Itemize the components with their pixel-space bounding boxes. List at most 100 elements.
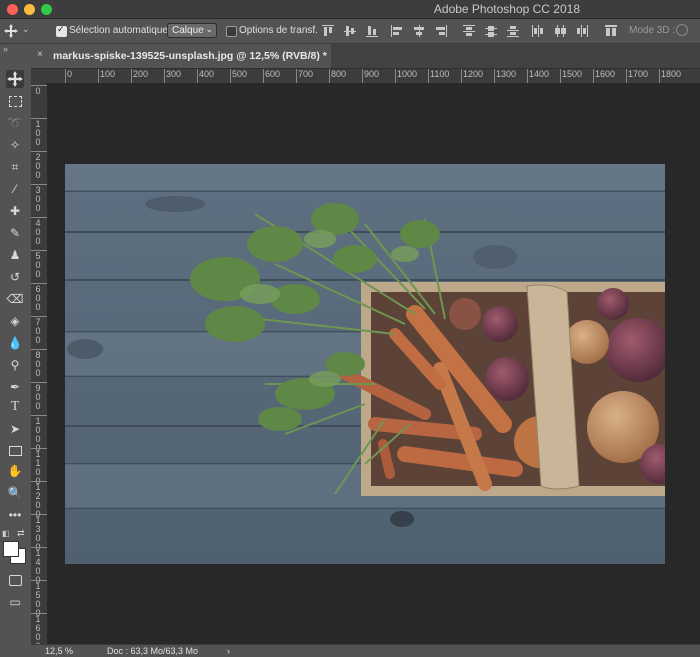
ruler-tick bbox=[98, 69, 99, 83]
ruler-label: 100 bbox=[35, 119, 41, 147]
pen-tool[interactable]: ✒ bbox=[6, 378, 24, 396]
path-selection-tool[interactable]: ➤ bbox=[6, 420, 24, 438]
lasso-tool[interactable]: ➰ bbox=[6, 114, 24, 132]
align-left-icon[interactable] bbox=[391, 25, 403, 37]
zoom-tool[interactable]: 🔍 bbox=[6, 484, 24, 502]
distribute-left-icon[interactable] bbox=[532, 25, 544, 37]
ruler-label: 400 bbox=[35, 218, 41, 246]
transform-controls-label: Options de transf. bbox=[239, 25, 318, 36]
distribute-horizontal-center-icon[interactable] bbox=[554, 25, 566, 37]
history-brush-icon: ↺ bbox=[9, 270, 21, 284]
move-tool-preset-icon[interactable] bbox=[3, 23, 19, 39]
distribute-top-icon[interactable] bbox=[463, 25, 475, 37]
transform-controls-checkbox[interactable] bbox=[226, 26, 237, 37]
hand-icon: ✋ bbox=[7, 464, 23, 478]
lasso-icon: ➰ bbox=[7, 116, 23, 130]
ruler-tick bbox=[31, 151, 47, 152]
ruler-label: 1000 bbox=[397, 69, 418, 79]
dodge-tool[interactable]: ⚲ bbox=[6, 356, 24, 374]
magic-wand-tool[interactable]: ✧ bbox=[6, 136, 24, 154]
type-tool[interactable]: T bbox=[6, 398, 24, 416]
align-right-icon[interactable] bbox=[435, 25, 447, 37]
ruler-tick bbox=[31, 316, 47, 317]
rectangle-tool[interactable] bbox=[6, 442, 24, 460]
history-brush-tool[interactable]: ↺ bbox=[6, 268, 24, 286]
align-bottom-icon[interactable] bbox=[366, 25, 378, 37]
default-colors-icon[interactable]: ◧ bbox=[2, 529, 10, 538]
chevron-down-icon[interactable]: ⌄ bbox=[22, 24, 30, 35]
path-selection-icon: ➤ bbox=[9, 422, 21, 436]
ruler-label: 500 bbox=[35, 251, 41, 279]
quick-mask-button[interactable] bbox=[6, 571, 24, 589]
ruler-tick bbox=[131, 69, 132, 83]
marquee-tool[interactable] bbox=[6, 92, 24, 110]
zoom-level[interactable]: 12,5 % bbox=[45, 646, 73, 656]
vertical-ruler[interactable]: 0100200300400500600700800900100011001200… bbox=[31, 83, 48, 651]
ruler-label: 200 bbox=[35, 152, 41, 180]
ruler-label: 1600 bbox=[595, 69, 616, 79]
screen-mode-button[interactable]: ▭ bbox=[6, 593, 24, 611]
align-horizontal-center-icon[interactable] bbox=[413, 25, 425, 37]
brush-tool[interactable]: ✎ bbox=[6, 224, 24, 242]
ruler-tick bbox=[362, 69, 363, 83]
ruler-label: 300 bbox=[166, 69, 182, 79]
ruler-tick bbox=[31, 481, 47, 482]
distribute-vertical-center-icon[interactable] bbox=[485, 25, 497, 37]
eyedropper-tool[interactable]: ⁄ bbox=[6, 180, 24, 198]
zoom-icon: 🔍 bbox=[7, 486, 23, 500]
mode-3d-label: Mode 3D : bbox=[629, 25, 676, 36]
swap-colors-icon[interactable]: ⇄ bbox=[17, 528, 25, 539]
ruler-tick bbox=[164, 69, 165, 83]
distribute-right-icon[interactable] bbox=[576, 25, 588, 37]
move-tool[interactable] bbox=[6, 70, 24, 88]
align-top-icon[interactable] bbox=[322, 25, 334, 37]
document-size: Doc : 63,3 Mo/63,3 Mo bbox=[107, 646, 199, 656]
ruler-label: 900 bbox=[364, 69, 380, 79]
ruler-label: 200 bbox=[133, 69, 149, 79]
hand-tool[interactable]: ✋ bbox=[6, 462, 24, 480]
ruler-tick bbox=[659, 69, 660, 83]
tools-panel: » ➰ ✧ ⌗ ⁄ ✚ ✎ ♟ ↺ ⌫ ◈ 💧 ⚲ ✒ T ➤ ✋ 🔍 ••• … bbox=[0, 44, 32, 644]
ruler-tick bbox=[31, 415, 47, 416]
ruler-tick bbox=[31, 382, 47, 383]
auto-select-checkbox[interactable] bbox=[56, 24, 67, 37]
document-image[interactable] bbox=[65, 164, 665, 564]
auto-select-target-value: Calque bbox=[172, 25, 204, 36]
auto-select-target-dropdown[interactable]: Calque ⌄ bbox=[167, 23, 217, 38]
document-tab-label: markus-spiske-139525-unsplash.jpg @ 12,5… bbox=[53, 50, 327, 62]
options-bar: ⌄ Sélection automatique : Calque ⌄ Optio… bbox=[0, 19, 700, 44]
eraser-tool[interactable]: ⌫ bbox=[6, 290, 24, 308]
status-menu-arrow[interactable]: › bbox=[227, 646, 230, 656]
crop-tool[interactable]: ⌗ bbox=[6, 158, 24, 176]
dodge-icon: ⚲ bbox=[10, 358, 20, 372]
distribute-bottom-icon[interactable] bbox=[507, 25, 519, 37]
ruler-tick bbox=[31, 85, 47, 86]
horizontal-ruler[interactable]: 0 100 200 300 400 500 600 700 800 900 1000 1100 1200… bbox=[48, 69, 700, 84]
brush-icon: ✎ bbox=[9, 226, 21, 240]
ruler-origin[interactable] bbox=[31, 69, 48, 83]
healing-brush-tool[interactable]: ✚ bbox=[6, 202, 24, 220]
more-tools-button[interactable]: ••• bbox=[6, 506, 24, 524]
foreground-color-swatch[interactable] bbox=[3, 541, 19, 557]
blur-tool[interactable]: 💧 bbox=[6, 334, 24, 352]
ruler-label: 1100 bbox=[430, 69, 450, 79]
align-vertical-center-icon[interactable] bbox=[344, 25, 356, 37]
more-tools-icon: ••• bbox=[8, 508, 22, 522]
vegetables-photo bbox=[65, 164, 665, 564]
clone-stamp-tool[interactable]: ♟ bbox=[6, 246, 24, 264]
ruler-tick bbox=[197, 69, 198, 83]
3d-orbit-icon[interactable] bbox=[676, 24, 688, 36]
ruler-label: 0 bbox=[35, 86, 41, 96]
ruler-tick bbox=[31, 118, 47, 119]
app-title: Adobe Photoshop CC 2018 bbox=[433, 2, 580, 16]
document-tab[interactable]: × markus-spiske-139525-unsplash.jpg @ 12… bbox=[31, 44, 331, 68]
screen-mode-icon: ▭ bbox=[9, 595, 21, 609]
close-tab-icon[interactable]: × bbox=[37, 49, 43, 60]
expand-panel-icon[interactable]: » bbox=[3, 44, 8, 54]
paint-bucket-tool[interactable]: ◈ bbox=[6, 312, 24, 330]
ruler-label: 100 bbox=[100, 69, 116, 79]
ruler-tick bbox=[230, 69, 231, 83]
ruler-tick bbox=[31, 217, 47, 218]
auto-align-layers-icon[interactable] bbox=[605, 25, 617, 37]
ruler-label: 400 bbox=[199, 69, 215, 79]
